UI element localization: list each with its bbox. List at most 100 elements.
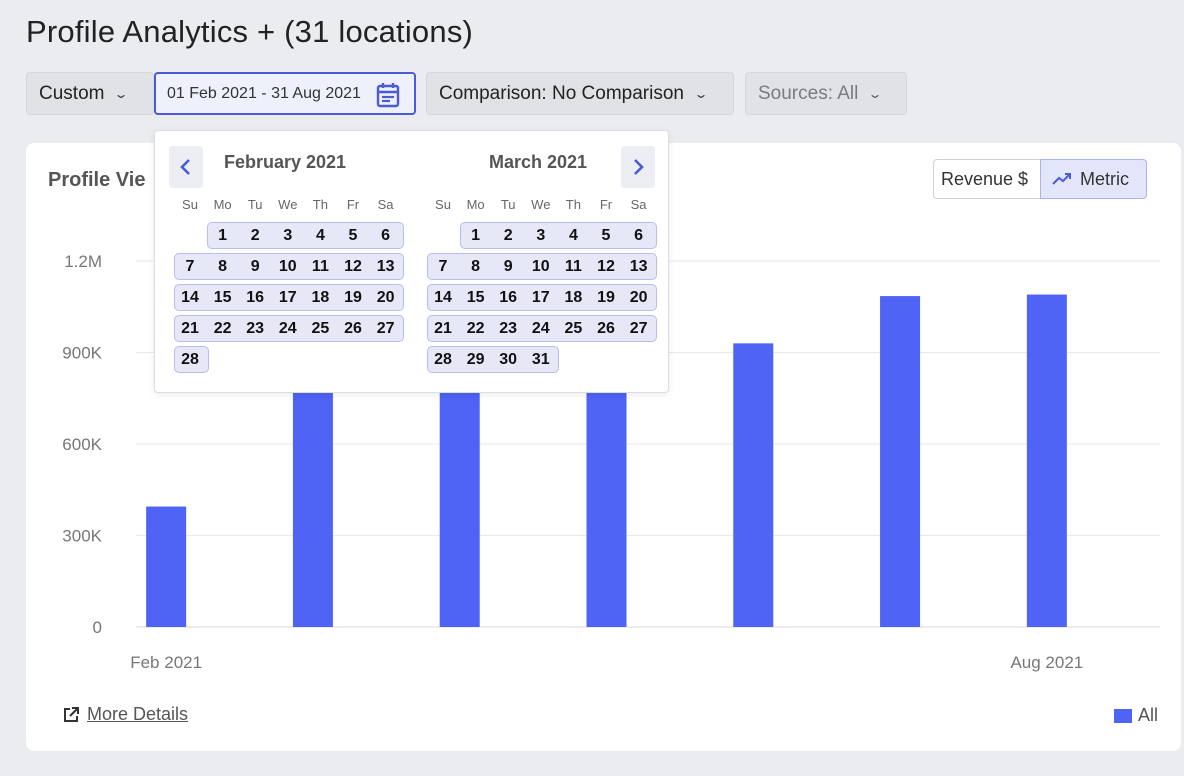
mar-weekday-tu: Tu <box>500 197 516 212</box>
mar-day[interactable]: 5 <box>591 224 621 248</box>
feb-weekday-fr: Fr <box>346 197 360 212</box>
bar-jun-2021[interactable] <box>733 343 774 627</box>
feb-day[interactable]: 22 <box>208 317 238 341</box>
mar-day[interactable]: 28 <box>428 348 458 372</box>
chevron-down-icon: ⌄ <box>867 86 883 101</box>
feb-day[interactable]: 7 <box>175 255 205 279</box>
left-month-title: February 2021 <box>223 152 347 172</box>
feb-day[interactable]: 16 <box>240 286 270 310</box>
feb-weekday-sa: Sa <box>377 197 394 212</box>
feb-day[interactable]: 1 <box>208 224 238 248</box>
mar-day[interactable]: 30 <box>493 348 523 372</box>
bar-may-2021[interactable] <box>586 352 627 628</box>
mar-day[interactable]: 13 <box>624 255 654 279</box>
feb-day[interactable]: 3 <box>273 224 303 248</box>
x-tick-label: Feb 2021 <box>130 653 202 672</box>
mar-day[interactable]: 14 <box>428 286 458 310</box>
date-range-input[interactable]: 01 Feb 2021 - 31 Aug 2021 <box>154 72 416 115</box>
legend-label: All <box>1138 705 1159 725</box>
mar-day[interactable]: 7 <box>428 255 458 279</box>
bar-jul-2021[interactable] <box>880 296 921 627</box>
feb-day[interactable]: 10 <box>273 255 303 279</box>
feb-weekday-we: We <box>278 197 298 212</box>
mar-day[interactable]: 21 <box>428 317 458 341</box>
mar-weekday-fr: Fr <box>599 197 613 212</box>
bar-aug-2021[interactable] <box>1026 294 1067 627</box>
feb-day[interactable]: 2 <box>240 224 270 248</box>
feb-day[interactable]: 8 <box>208 255 238 279</box>
mar-day[interactable]: 2 <box>493 224 523 248</box>
mar-day[interactable]: 22 <box>461 317 491 341</box>
mar-day[interactable]: 11 <box>558 255 588 279</box>
mar-day[interactable]: 6 <box>624 224 654 248</box>
feb-day[interactable]: 6 <box>371 224 401 248</box>
feb-weekday-mo: Mo <box>213 197 232 212</box>
feb-day[interactable]: 21 <box>175 317 205 341</box>
more-details-label: More Details <box>87 704 189 724</box>
y-tick-label: 300K <box>62 527 102 546</box>
range-type-dropdown[interactable]: Custom ⌄ <box>26 72 154 115</box>
mar-day[interactable]: 20 <box>624 286 654 310</box>
mar-day[interactable]: 25 <box>558 317 588 341</box>
mar-day[interactable]: 23 <box>493 317 523 341</box>
mar-day[interactable]: 8 <box>461 255 491 279</box>
mar-day[interactable]: 26 <box>591 317 621 341</box>
mar-day[interactable]: 19 <box>591 286 621 310</box>
feb-day[interactable]: 5 <box>338 224 368 248</box>
feb-day[interactable]: 19 <box>338 286 368 310</box>
mar-day[interactable]: 18 <box>558 286 588 310</box>
feb-day[interactable]: 20 <box>371 286 401 310</box>
feb-day[interactable]: 11 <box>305 255 335 279</box>
external-link-icon <box>64 706 79 722</box>
chevron-down-icon: ⌄ <box>693 86 709 101</box>
mar-weekday-mo: Mo <box>466 197 485 212</box>
bar-apr-2021[interactable] <box>439 352 480 628</box>
feb-day[interactable]: 15 <box>208 286 238 310</box>
feb-day[interactable]: 28 <box>175 348 205 372</box>
page-title: Profile Analytics + (31 locations) <box>26 14 474 49</box>
feb-day[interactable]: 9 <box>240 255 270 279</box>
feb-day[interactable]: 12 <box>338 255 368 279</box>
feb-day[interactable]: 14 <box>175 286 205 310</box>
sources-dropdown[interactable]: Sources: All ⌄ <box>745 72 907 115</box>
mar-weekday-sa: Sa <box>630 197 647 212</box>
mar-day[interactable]: 15 <box>461 286 491 310</box>
feb-day[interactable]: 24 <box>273 317 303 341</box>
feb-weekday-tu: Tu <box>247 197 263 212</box>
feb-day[interactable]: 17 <box>273 286 303 310</box>
mar-day[interactable]: 29 <box>461 348 491 372</box>
more-details-link[interactable]: More Details <box>62 704 188 725</box>
mar-day[interactable]: 24 <box>526 317 556 341</box>
range-type-label: Custom <box>39 82 105 104</box>
mar-weekday-we: We <box>531 197 551 212</box>
calendar-icon[interactable] <box>376 82 400 108</box>
mar-day[interactable]: 12 <box>591 255 621 279</box>
mar-day[interactable]: 4 <box>558 224 588 248</box>
sources-label: Sources: All <box>758 82 859 104</box>
comparison-dropdown[interactable]: Comparison: No Comparison ⌄ <box>426 72 734 115</box>
bar-mar-2021[interactable] <box>292 352 333 628</box>
feb-day[interactable]: 18 <box>305 286 335 310</box>
feb-day[interactable]: 25 <box>305 317 335 341</box>
comparison-label: Comparison: No Comparison <box>439 82 684 104</box>
feb-day[interactable]: 23 <box>240 317 270 341</box>
mar-day[interactable]: 9 <box>493 255 523 279</box>
feb-day[interactable]: 4 <box>305 224 335 248</box>
mar-day[interactable]: 10 <box>526 255 556 279</box>
feb-day[interactable]: 27 <box>371 317 401 341</box>
mar-day[interactable]: 1 <box>461 224 491 248</box>
feb-day[interactable]: 13 <box>371 255 401 279</box>
mar-day[interactable]: 27 <box>624 317 654 341</box>
right-month-title: March 2021 <box>488 152 588 172</box>
x-tick-label: Aug 2021 <box>1010 653 1083 672</box>
mar-day[interactable]: 16 <box>493 286 523 310</box>
feb-day[interactable]: 26 <box>338 317 368 341</box>
chart-legend[interactable]: All <box>1114 705 1158 726</box>
mar-day[interactable]: 31 <box>526 348 556 372</box>
mar-day[interactable]: 3 <box>526 224 556 248</box>
mar-weekday-th: Th <box>565 197 581 212</box>
legend-swatch <box>1114 708 1132 723</box>
mar-day[interactable]: 17 <box>526 286 556 310</box>
bar-feb-2021[interactable] <box>146 506 187 627</box>
chevron-down-icon: ⌄ <box>113 86 130 101</box>
